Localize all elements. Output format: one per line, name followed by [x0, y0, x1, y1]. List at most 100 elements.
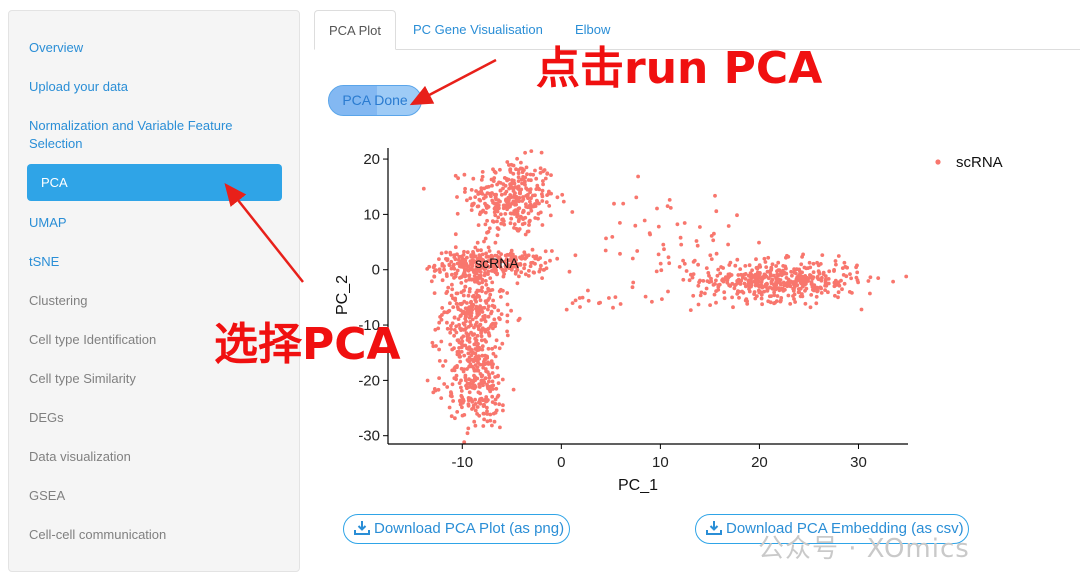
- data-point: [503, 183, 508, 188]
- data-point: [488, 192, 493, 197]
- data-point: [476, 204, 481, 209]
- data-point: [483, 353, 488, 358]
- data-point: [446, 285, 451, 290]
- data-point: [495, 226, 500, 230]
- sidebar-item-data-visualization[interactable]: Data visualization: [29, 448, 283, 466]
- data-point: [541, 182, 545, 187]
- data-point: [836, 290, 841, 295]
- data-point: [512, 222, 517, 227]
- download-pca-plot-button[interactable]: Download PCA Plot (as png): [343, 514, 570, 544]
- data-point: [506, 205, 511, 210]
- data-point: [496, 308, 501, 313]
- data-point: [533, 168, 537, 173]
- data-point: [466, 293, 471, 298]
- data-point: [757, 240, 761, 245]
- data-point: [450, 347, 455, 352]
- data-point: [453, 274, 458, 279]
- sidebar-item-tsne[interactable]: tSNE: [29, 253, 283, 271]
- data-point: [548, 258, 552, 263]
- sidebar-item-umap[interactable]: UMAP: [29, 214, 283, 232]
- data-point: [462, 299, 467, 304]
- data-point: [808, 305, 813, 310]
- data-point: [493, 354, 498, 359]
- sidebar-item-degs[interactable]: DEGs: [29, 409, 283, 427]
- tab-pca-plot[interactable]: PCA Plot: [314, 10, 396, 50]
- data-point: [501, 274, 506, 279]
- data-point: [459, 259, 463, 264]
- data-point: [667, 261, 672, 266]
- data-point: [469, 188, 474, 192]
- tab-pc-gene-visualisation[interactable]: PC Gene Visualisation: [413, 10, 543, 49]
- data-point: [459, 378, 463, 383]
- data-point: [488, 288, 493, 293]
- data-point: [811, 270, 816, 275]
- data-point: [656, 252, 661, 257]
- data-point: [520, 256, 524, 261]
- data-point: [463, 274, 467, 279]
- data-point: [876, 276, 881, 280]
- sidebar-item-pca[interactable]: PCA: [27, 164, 282, 201]
- data-point: [533, 202, 537, 206]
- data-point: [464, 314, 468, 319]
- data-point: [607, 296, 611, 300]
- data-point: [819, 291, 824, 295]
- data-point: [453, 245, 458, 250]
- data-point: [776, 268, 781, 273]
- data-point: [766, 255, 771, 260]
- data-point: [791, 294, 795, 298]
- data-point: [774, 286, 779, 291]
- data-point: [662, 247, 666, 252]
- data-point: [448, 342, 453, 347]
- data-point: [437, 267, 442, 272]
- data-point: [499, 212, 503, 217]
- data-point: [618, 251, 622, 256]
- run-pca-button[interactable]: PCA Done: [328, 85, 422, 116]
- data-point: [457, 254, 462, 259]
- data-point: [655, 206, 659, 211]
- data-point: [516, 175, 521, 180]
- data-point: [808, 265, 813, 270]
- data-point: [768, 269, 773, 273]
- data-point: [505, 302, 510, 307]
- data-point: [767, 285, 772, 290]
- data-point: [854, 265, 858, 270]
- sidebar-item-upload[interactable]: Upload your data: [29, 78, 283, 96]
- data-point: [711, 238, 716, 243]
- data-point: [460, 327, 464, 332]
- data-point: [449, 414, 454, 419]
- data-point: [485, 382, 489, 387]
- data-point: [501, 403, 505, 408]
- data-point: [678, 235, 683, 240]
- data-point: [460, 413, 465, 418]
- sidebar-item-gsea[interactable]: GSEA: [29, 487, 283, 505]
- data-point: [769, 281, 774, 286]
- sidebar-item-normalization[interactable]: Normalization and Variable Feature Selec…: [29, 117, 259, 153]
- data-point: [733, 263, 738, 268]
- data-point: [473, 355, 478, 360]
- data-point: [561, 199, 566, 204]
- data-point: [762, 289, 766, 294]
- data-point: [536, 257, 541, 262]
- sidebar-item-cell-type-similarity[interactable]: Cell type Similarity: [29, 370, 283, 388]
- data-point: [476, 280, 480, 285]
- data-point: [503, 212, 508, 216]
- data-point: [467, 390, 472, 395]
- data-point: [487, 249, 492, 253]
- sidebar-item-cell-cell-communication[interactable]: Cell-cell communication: [29, 526, 283, 544]
- data-point: [541, 179, 545, 183]
- data-point: [466, 396, 471, 400]
- data-point: [522, 266, 526, 271]
- data-point: [778, 287, 783, 292]
- data-point: [493, 321, 498, 326]
- data-point: [425, 378, 430, 383]
- data-point: [454, 324, 459, 329]
- data-point: [483, 279, 488, 283]
- sidebar-item-overview[interactable]: Overview: [29, 39, 283, 57]
- data-point: [455, 211, 460, 216]
- data-point: [635, 249, 640, 253]
- data-point: [484, 282, 489, 287]
- data-point: [774, 283, 779, 287]
- data-point: [528, 264, 533, 269]
- data-point: [499, 312, 504, 316]
- cluster-label: scRNA: [475, 255, 519, 271]
